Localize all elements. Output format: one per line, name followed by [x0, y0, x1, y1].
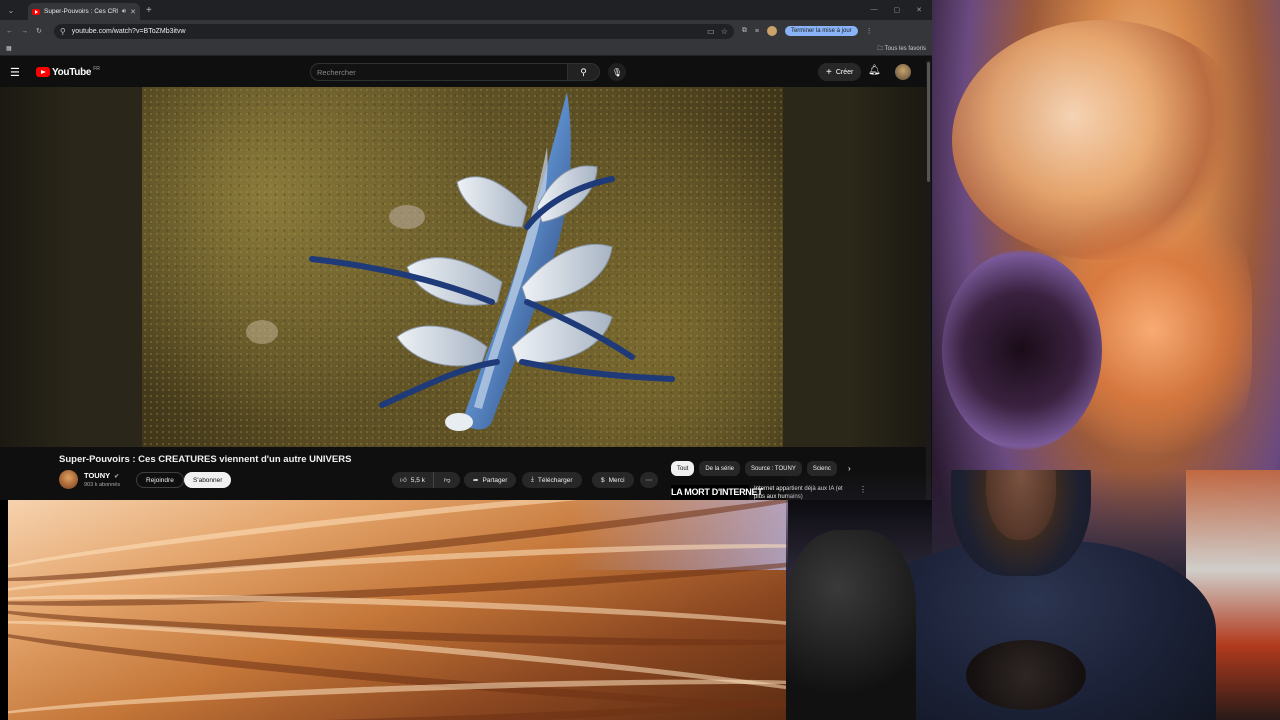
youtube-favicon-icon [32, 8, 40, 15]
dislike-button[interactable]: 👎︎ [438, 476, 457, 484]
scrollbar-thumb[interactable] [927, 62, 930, 182]
page-scrollbar[interactable] [926, 60, 931, 500]
notifications-bell-icon[interactable]: 🔔︎ [868, 65, 881, 76]
tab-search-icon[interactable]: ⌄ [4, 3, 18, 17]
channel-name[interactable]: TOUNY [84, 471, 110, 480]
more-actions-button[interactable]: ⋯ [640, 472, 658, 488]
verified-icon: ✔ [114, 474, 120, 480]
tab-bar: ⌄ Super-Pouvoirs : Ces CREATURES viennen… [0, 0, 932, 20]
bookmark-star-icon[interactable]: ☆ [721, 27, 728, 36]
share-button[interactable]: ➦ Partager [464, 472, 517, 488]
cast-icon[interactable]: ▭ [707, 27, 715, 36]
user-avatar[interactable] [895, 64, 911, 80]
profile-avatar[interactable] [766, 26, 777, 36]
video-frame[interactable] [142, 87, 783, 447]
lower-art-panel [8, 500, 788, 720]
webcam-hand [966, 640, 1086, 710]
media-icon[interactable]: ≡ [755, 28, 759, 35]
all-bookmarks[interactable]: 🗀︎ Tous les favoris [877, 44, 926, 54]
browser-menu-icon[interactable]: ⋮ [866, 27, 873, 35]
url-text: youtube.com/watch?v=BToZMb3itvw [71, 27, 186, 35]
search-icon: ⚲ [580, 66, 587, 77]
thumbs-down-icon: 👎︎ [443, 477, 451, 484]
blue-dragon-sea-slug [246, 92, 675, 431]
all-bookmarks-label: Tous les favoris [884, 45, 926, 52]
window-controls: — ▢ ✕ [871, 6, 933, 14]
microphone-icon: 🎙︎ [611, 67, 623, 77]
reload-icon[interactable]: ↻ [36, 27, 42, 35]
more-icon: ⋯ [645, 477, 653, 484]
hamburger-menu-icon[interactable]: ☰ [10, 66, 26, 79]
channel-name-row[interactable]: TOUNY ✔ [84, 471, 119, 480]
like-dislike-group: 👍︎ 5,5 k 👎︎ [392, 472, 460, 488]
youtube-header: ☰ YouTube FR Rechercher ⚲ 🎙︎ + Créer 🔔︎ [0, 57, 932, 87]
speaker-icon[interactable]: 🔊︎ [122, 8, 126, 16]
thanks-icon: $ [601, 476, 605, 484]
thanks-button[interactable]: $ Merci [592, 472, 634, 488]
site-info-icon[interactable]: ⚲ [60, 27, 66, 36]
youtube-logo-text: YouTube [52, 66, 92, 78]
art-cave [942, 250, 1102, 450]
thanks-label: Merci [608, 476, 625, 484]
close-tab-icon[interactable]: ✕ [130, 8, 136, 16]
create-label: Créer [835, 68, 854, 76]
extensions-icon[interactable]: ⧉ [742, 27, 747, 35]
webcam-cat [786, 530, 916, 720]
share-label: Partager [482, 476, 508, 484]
tab-title: Super-Pouvoirs : Ces CREATURES viennent … [44, 8, 118, 15]
forward-icon[interactable]: → [21, 28, 28, 35]
search-input[interactable]: Rechercher [310, 63, 568, 81]
subscriber-count: 903 k abonnés [84, 482, 121, 488]
channel-avatar[interactable] [59, 470, 78, 489]
share-icon: ➦ [473, 477, 479, 484]
youtube-play-icon [36, 67, 50, 77]
omnibox[interactable]: ⚲ youtube.com/watch?v=BToZMb3itvw ▭ ☆ [53, 23, 734, 39]
like-count: 5,5 k [410, 476, 425, 484]
video-title: Super-Pouvoirs : Ces CREATURES viennent … [59, 454, 352, 465]
bookmarks-bar: ▦ 🗀︎ Tous les favoris [0, 42, 932, 56]
download-icon: ⤓ [531, 476, 534, 483]
create-button[interactable]: + Créer [818, 63, 862, 81]
plus-icon: + [826, 66, 832, 78]
chip-all[interactable]: Tout [671, 461, 695, 476]
new-tab-icon[interactable]: + [146, 5, 152, 16]
subscribe-button[interactable]: S'abonner [184, 472, 232, 488]
search-button[interactable]: ⚲ [568, 63, 600, 81]
back-icon[interactable]: ← [6, 28, 13, 35]
thumbs-up-icon: 👍︎ [400, 477, 407, 484]
browser-tab[interactable]: Super-Pouvoirs : Ces CREATURES viennent … [28, 3, 140, 20]
webcam-overlay [786, 470, 1280, 720]
download-button[interactable]: ⤓ Télécharger [522, 472, 582, 488]
apps-grid-icon[interactable]: ▦ [6, 45, 12, 52]
join-button[interactable]: Rejoindre [136, 472, 184, 488]
minimize-icon[interactable]: — [871, 6, 878, 14]
logo-region: FR [93, 66, 100, 72]
voice-search-button[interactable]: 🎙︎ [608, 63, 626, 81]
video-player[interactable] [0, 87, 926, 447]
update-button[interactable]: Terminer la mise à jour [784, 26, 858, 36]
chip-series[interactable]: De la série [699, 461, 741, 476]
recommended-thumbnail[interactable]: LA MORT D'INTERNET [671, 485, 763, 500]
browser-window: ⌄ Super-Pouvoirs : Ces CREATURES viennen… [0, 0, 932, 500]
address-bar-row: ← → ↻ ⚲ youtube.com/watch?v=BToZMb3itvw … [0, 20, 932, 42]
download-label: Télécharger [537, 476, 573, 484]
like-button[interactable]: 👍︎ 5,5 k [392, 472, 434, 488]
screen: ⌄ Super-Pouvoirs : Ces CREATURES viennen… [0, 0, 1280, 720]
youtube-logo[interactable]: YouTube FR [36, 66, 100, 78]
search-bar: Rechercher ⚲ [310, 63, 600, 81]
maximize-icon[interactable]: ▢ [894, 6, 901, 14]
close-window-icon[interactable]: ✕ [916, 6, 922, 14]
